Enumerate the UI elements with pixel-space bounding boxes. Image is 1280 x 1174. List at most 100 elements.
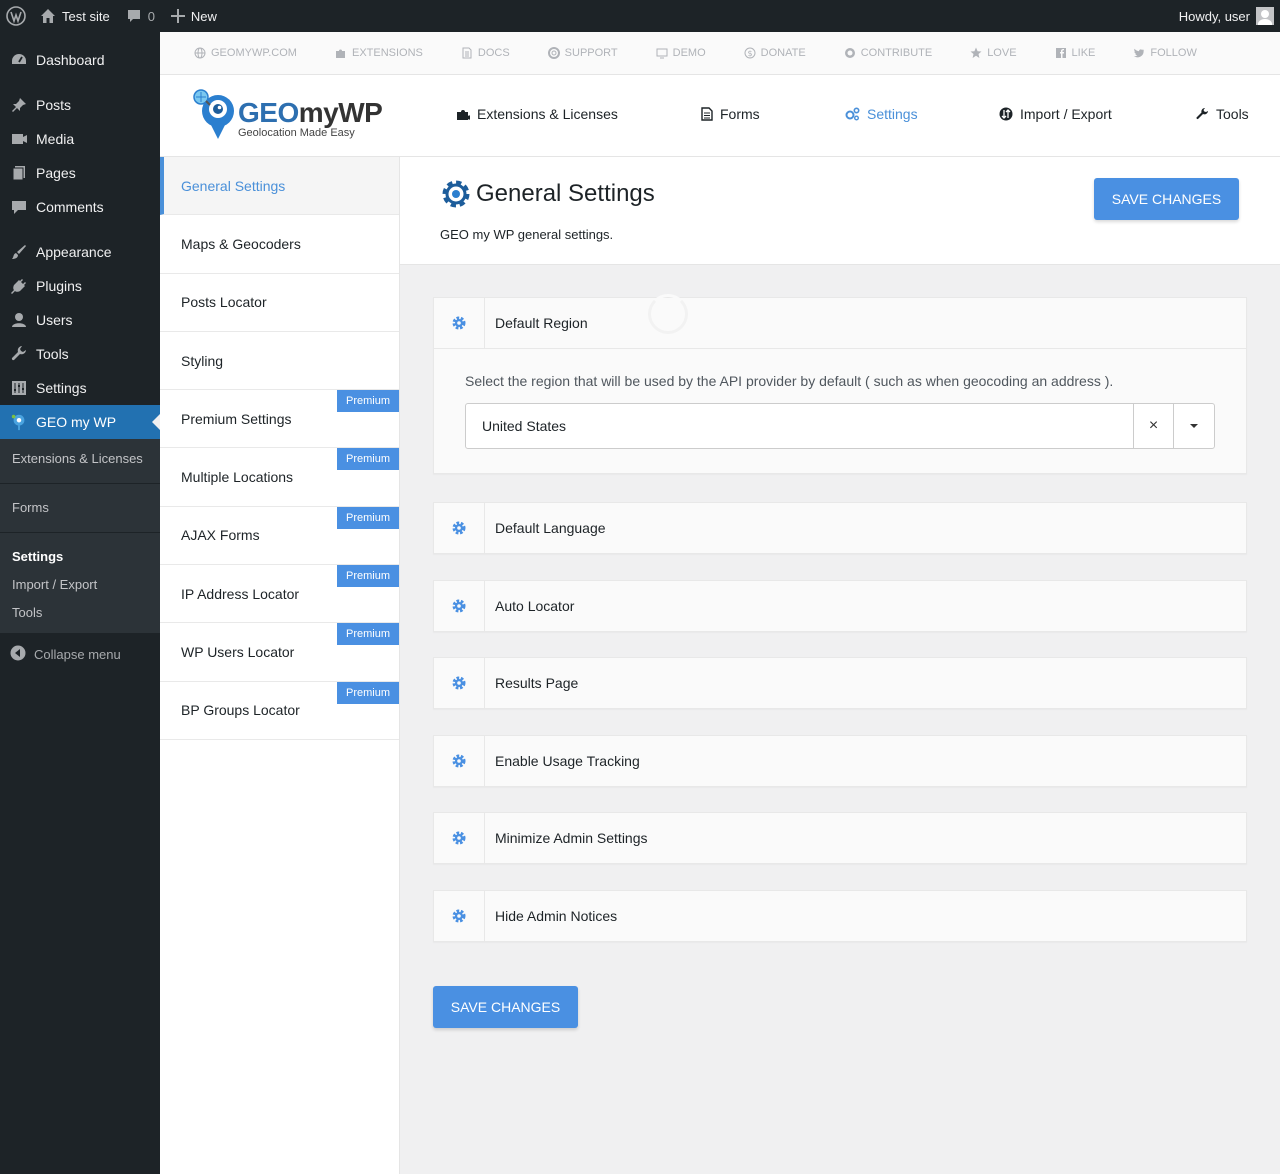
toplink-donate[interactable]: $ DONATE	[744, 47, 806, 59]
star-icon	[970, 47, 982, 58]
account-link[interactable]: Howdy, user	[1179, 7, 1280, 25]
user-icon	[10, 311, 28, 329]
gear-icon	[434, 298, 485, 348]
tab-bp-groups-locator[interactable]: BP Groups Locator Premium	[160, 681, 399, 740]
toplink-geomywp[interactable]: GEOMYWP.COM	[194, 47, 297, 59]
logo-wordmark: GEOmyWP	[238, 97, 383, 129]
gear-icon	[434, 503, 485, 553]
comment-icon	[126, 8, 142, 24]
menu-media[interactable]: Media	[0, 122, 160, 156]
panel-title: Default Language	[495, 520, 606, 536]
menu-posts[interactable]: Posts	[0, 88, 160, 122]
submenu-forms[interactable]: Forms	[0, 494, 160, 522]
tab-multiple-locations[interactable]: Multiple Locations Premium	[160, 448, 399, 507]
menu-geo-my-wp[interactable]: GEO my WP	[0, 405, 160, 439]
menu-plugins[interactable]: Plugins	[0, 269, 160, 303]
wordpress-logo-button[interactable]	[0, 0, 32, 32]
save-changes-button-bottom[interactable]: SAVE CHANGES	[433, 986, 578, 1028]
tab-label: IP Address Locator	[181, 585, 300, 602]
site-name-link[interactable]: Test site	[32, 0, 118, 32]
nav-extensions-licenses[interactable]: Extensions & Licenses	[456, 106, 618, 122]
toplink-support[interactable]: SUPPORT	[547, 47, 618, 59]
panel-header[interactable]: Default Region	[434, 298, 1246, 348]
menu-dashboard[interactable]: Dashboard	[0, 43, 160, 77]
toplink-follow[interactable]: FOLLOW	[1133, 47, 1197, 59]
panel-header[interactable]: Minimize Admin Settings	[434, 813, 1246, 863]
collapse-menu-button[interactable]: Collapse menu	[0, 637, 160, 671]
comments-count: 0	[147, 8, 155, 24]
toplink-docs[interactable]: DOCS	[461, 47, 510, 59]
toplink-demo[interactable]: DEMO	[656, 47, 706, 59]
chevron-down-icon[interactable]	[1173, 404, 1214, 448]
submenu-settings[interactable]: Settings	[0, 543, 160, 571]
gear-icon	[434, 813, 485, 863]
panel-default-language[interactable]: Default Language	[433, 502, 1247, 554]
menu-settings[interactable]: Settings	[0, 371, 160, 405]
doc-icon	[462, 47, 472, 59]
save-changes-button-top[interactable]: SAVE CHANGES	[1094, 178, 1239, 220]
panel-header[interactable]: Default Language	[434, 503, 1246, 553]
submenu-tools[interactable]: Tools	[0, 599, 160, 627]
loading-spinner	[648, 294, 688, 334]
panel-minimize-admin-settings[interactable]: Minimize Admin Settings	[433, 812, 1247, 864]
toplink-label: GEOMYWP.COM	[211, 47, 297, 59]
toplink-contribute[interactable]: CONTRIBUTE	[844, 47, 932, 59]
menu-label: Media	[36, 131, 75, 147]
region-select[interactable]: United States ×	[465, 403, 1215, 449]
panel-results-page[interactable]: Results Page	[433, 657, 1247, 709]
doc-icon	[701, 107, 713, 121]
panel-header[interactable]: Results Page	[434, 658, 1246, 708]
nav-label: Extensions & Licenses	[477, 106, 618, 122]
toplink-label: DONATE	[760, 47, 806, 59]
geomywp-logo[interactable]: GEOmyWP Geolocation Made Easy	[192, 87, 383, 143]
clear-selection-button[interactable]: ×	[1133, 404, 1173, 448]
menu-label: GEO my WP	[36, 414, 117, 430]
pin-icon	[10, 96, 28, 114]
new-content-link[interactable]: New	[163, 0, 225, 32]
tab-premium-settings[interactable]: Premium Settings Premium	[160, 390, 399, 449]
menu-pages[interactable]: Pages	[0, 156, 160, 190]
wordpress-icon	[6, 6, 26, 26]
toplink-like[interactable]: LIKE	[1055, 47, 1095, 59]
puzzle-icon	[457, 110, 470, 120]
tab-styling[interactable]: Styling	[160, 332, 399, 391]
panel-auto-locator[interactable]: Auto Locator	[433, 580, 1247, 632]
tab-ip-address-locator[interactable]: IP Address Locator Premium	[160, 565, 399, 624]
toplink-label: DOCS	[477, 47, 510, 59]
tab-general-settings[interactable]: General Settings	[160, 157, 399, 216]
nav-label: Settings	[867, 106, 918, 122]
comment-icon	[10, 198, 28, 216]
tab-posts-locator[interactable]: Posts Locator	[160, 274, 399, 332]
panel-header[interactable]: Hide Admin Notices	[434, 891, 1246, 941]
tab-wp-users-locator[interactable]: WP Users Locator Premium	[160, 623, 399, 682]
nav-settings[interactable]: Settings	[845, 106, 918, 122]
panel-header[interactable]: Enable Usage Tracking	[434, 736, 1246, 786]
github-icon	[844, 48, 855, 58]
menu-label: Dashboard	[36, 52, 105, 68]
submenu-extensions[interactable]: Extensions & Licenses	[0, 445, 160, 473]
admin-bar: Test site 0 New Howdy, user	[0, 0, 1280, 32]
panel-enable-usage-tracking[interactable]: Enable Usage Tracking	[433, 735, 1247, 787]
tab-maps-geocoders[interactable]: Maps & Geocoders	[160, 215, 399, 274]
panel-header[interactable]: Auto Locator	[434, 581, 1246, 631]
submenu-import-export[interactable]: Import / Export	[0, 571, 160, 599]
nav-forms[interactable]: Forms	[701, 106, 760, 122]
menu-tools[interactable]: Tools	[0, 337, 160, 371]
panel-description: Select the region that will be used by t…	[465, 373, 1114, 389]
plug-icon	[10, 277, 28, 295]
media-icon	[10, 130, 28, 148]
toplink-extensions[interactable]: EXTENSIONS	[335, 47, 423, 59]
top-links-bar: GEOMYWP.COM EXTENSIONS DOCS SUPPORT DEMO…	[160, 32, 1280, 75]
menu-comments[interactable]: Comments	[0, 190, 160, 224]
nav-import-export[interactable]: Import / Export	[999, 106, 1112, 122]
menu-appearance[interactable]: Appearance	[0, 235, 160, 269]
comments-link[interactable]: 0	[118, 0, 163, 32]
menu-users[interactable]: Users	[0, 303, 160, 337]
panel-hide-admin-notices[interactable]: Hide Admin Notices	[433, 890, 1247, 942]
nav-tools[interactable]: Tools	[1195, 106, 1249, 122]
tab-ajax-forms[interactable]: AJAX Forms Premium	[160, 506, 399, 566]
page-title: General Settings	[440, 177, 655, 211]
page-title-text: General Settings	[476, 180, 655, 207]
settings-section-header: General Settings GEO my WP general setti…	[400, 157, 1280, 265]
toplink-love[interactable]: LOVE	[970, 47, 1017, 59]
